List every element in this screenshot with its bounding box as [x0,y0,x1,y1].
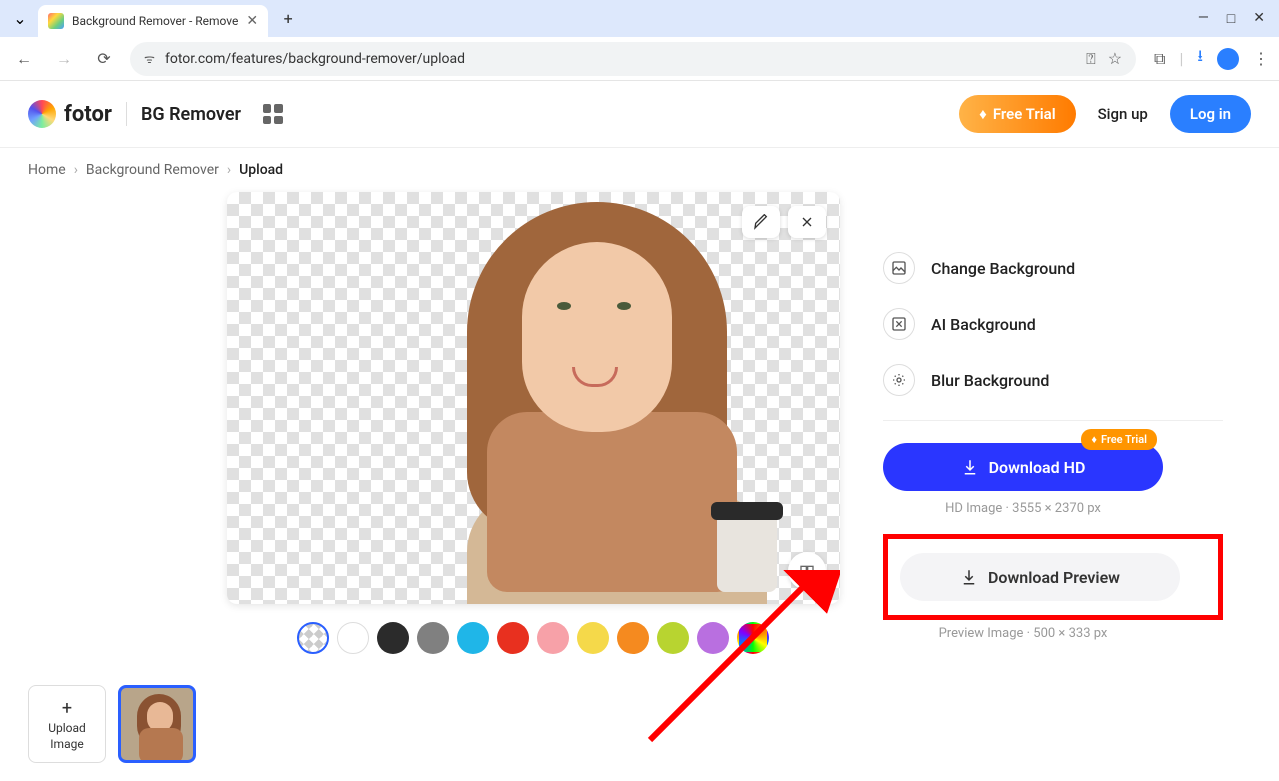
reload-button[interactable]: ⟳ [90,45,118,73]
image-thumbnail[interactable] [118,685,196,763]
plus-icon: + [62,698,72,719]
downloads-icon[interactable]: ⭳ [1197,45,1203,72]
apps-grid-icon[interactable] [263,104,283,124]
menu-icon[interactable]: ⋮ [1253,49,1269,68]
free-trial-label: Free Trial [993,105,1056,123]
color-swatch[interactable] [417,622,449,654]
color-swatch[interactable] [377,622,409,654]
color-swatch[interactable] [457,622,489,654]
minimize-icon[interactable]: — [1198,10,1209,27]
result-image [427,192,817,604]
brush-tool-icon[interactable] [742,206,780,238]
bookmark-icon[interactable]: ☆ [1108,49,1122,69]
color-swatch[interactable] [657,622,689,654]
address-bar[interactable]: ᯤ fotor.com/features/background-remover/… [130,42,1136,76]
color-swatches [297,622,769,654]
browser-toolbar: ← → ⟳ ᯤ fotor.com/features/background-re… [0,37,1279,81]
back-button[interactable]: ← [10,45,38,73]
breadcrumb-current: Upload [239,162,283,178]
download-preview-label: Download Preview [988,568,1120,587]
chevron-right-icon: › [74,162,78,178]
download-preview-highlight: Download Preview [883,534,1223,620]
diamond-icon: ♦ [979,105,987,123]
change-background-action[interactable]: Change Background [883,252,1223,284]
download-hd-button[interactable]: ♦ Free Trial Download HD [883,443,1163,491]
compare-icon[interactable] [788,552,826,590]
site-info-icon[interactable]: ᯤ [144,50,155,67]
preview-caption: Preview Image · 500 × 333 px [883,626,1163,641]
change-bg-label: Change Background [931,259,1075,278]
download-preview-button[interactable]: Download Preview [900,553,1180,601]
tab-close-icon[interactable]: ✕ [246,13,258,29]
brand-name: fotor [64,102,112,127]
close-icon[interactable]: ✕ [1253,10,1265,27]
blur-bg-label: Blur Background [931,371,1049,390]
maximize-icon[interactable]: □ [1227,10,1235,27]
color-swatch[interactable] [577,622,609,654]
app-header: fotor BG Remover ♦ Free Trial Sign up Lo… [0,81,1279,148]
url-text: fotor.com/features/background-remover/up… [165,51,465,67]
browser-tab[interactable]: Background Remover - Remove ✕ [38,5,268,37]
breadcrumb-bg-remover[interactable]: Background Remover [86,162,219,178]
download-icon [961,458,979,476]
ai-background-action[interactable]: AI Background [883,308,1223,340]
color-swatch[interactable] [497,622,529,654]
upload-image-button[interactable]: + Upload Image [28,685,106,763]
image-canvas [227,192,840,604]
upload-label-1: Upload [48,721,86,735]
log-in-button[interactable]: Log in [1170,95,1251,133]
tab-dropdown[interactable]: ⌄ [8,7,32,31]
change-bg-icon [883,252,915,284]
section-title: BG Remover [141,104,241,125]
extensions-icon[interactable]: ⧉ [1154,49,1165,69]
color-swatch[interactable] [297,622,329,654]
free-trial-badge: ♦ Free Trial [1081,429,1157,450]
hd-caption: HD Image · 3555 × 2370 px [883,501,1163,516]
ai-bg-icon [883,308,915,340]
color-swatch[interactable] [737,622,769,654]
color-swatch[interactable] [617,622,649,654]
magic-tool-icon[interactable] [788,206,826,238]
download-hd-label: Download HD [989,458,1086,477]
color-swatch[interactable] [697,622,729,654]
forward-button[interactable]: → [50,45,78,73]
browser-titlebar: ⌄ Background Remover - Remove ✕ + — □ ✕ [0,0,1279,37]
ai-bg-label: AI Background [931,315,1036,334]
download-icon [960,568,978,586]
color-swatch[interactable] [337,622,369,654]
new-tab-button[interactable]: + [274,5,302,33]
install-app-icon[interactable]: ⍰ [1086,49,1096,69]
upload-label-2: Image [50,737,83,751]
free-trial-button[interactable]: ♦ Free Trial [959,95,1075,133]
breadcrumb: Home › Background Remover › Upload [0,148,1279,192]
fotor-logo-icon[interactable] [28,100,56,128]
sign-up-link[interactable]: Sign up [1098,105,1148,123]
breadcrumb-home[interactable]: Home [28,162,66,178]
blur-bg-icon [883,364,915,396]
chevron-right-icon: › [227,162,231,178]
profile-icon[interactable] [1217,48,1239,70]
tab-title: Background Remover - Remove [72,14,238,28]
diamond-icon: ♦ [1091,433,1097,446]
tab-favicon [48,13,64,29]
window-controls: — □ ✕ [1198,10,1271,27]
blur-background-action[interactable]: Blur Background [883,364,1223,396]
color-swatch[interactable] [537,622,569,654]
